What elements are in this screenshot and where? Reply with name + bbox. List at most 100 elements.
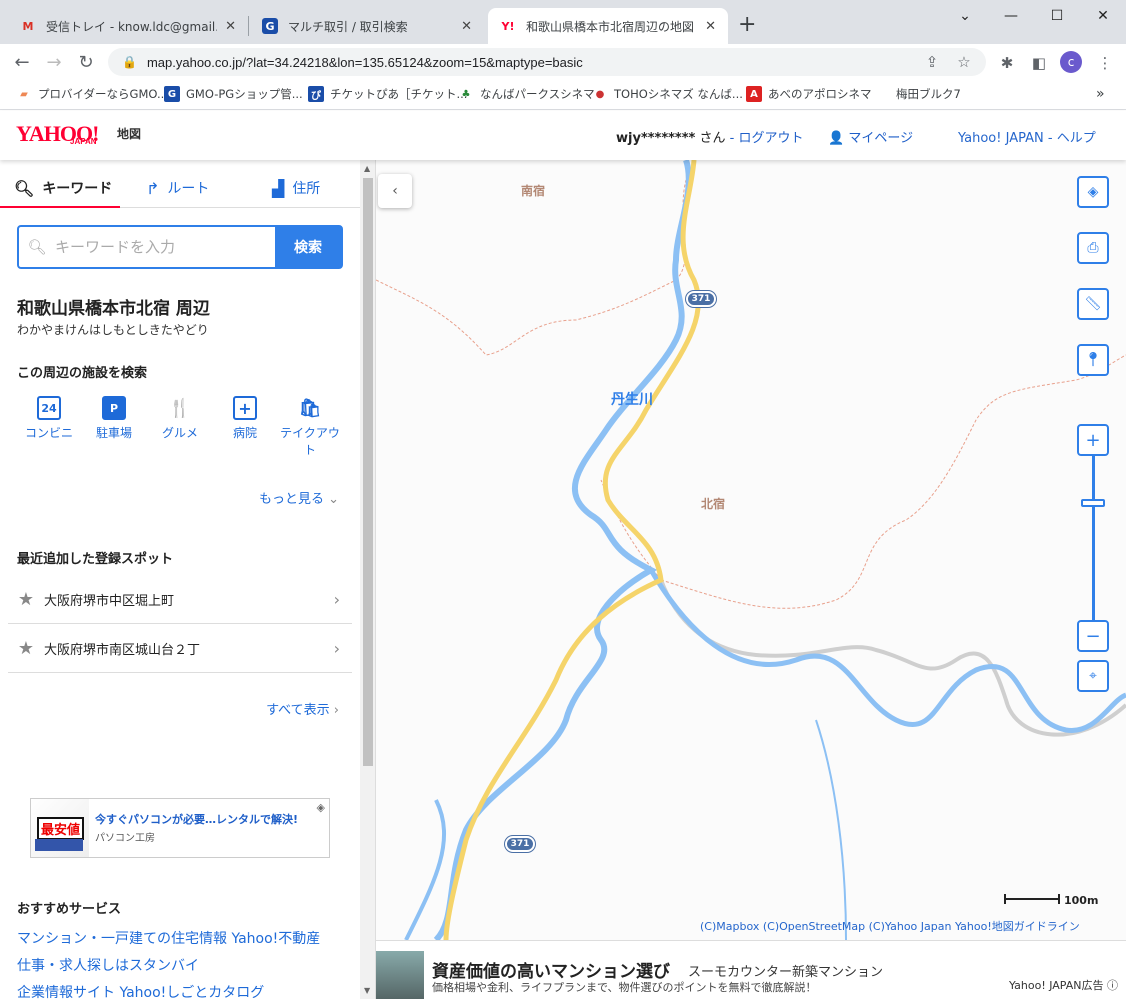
service-name: 地図 (117, 127, 142, 141)
zoom-slider-handle[interactable] (1081, 499, 1105, 507)
tab-keyword[interactable]: 🔍︎ キーワード (14, 178, 112, 198)
bookmark-item[interactable]: ● TOHOシネマズ なんば... (592, 86, 743, 102)
zoom-in-button[interactable]: + (1077, 424, 1109, 456)
route-badge: 371 (505, 836, 535, 852)
mypage-link[interactable]: 👤 マイページ (828, 127, 913, 146)
star-icon[interactable]: ☆ (954, 52, 974, 72)
facility-gourmet[interactable]: 🍴 グルメ (150, 396, 210, 441)
current-location-icon[interactable]: ⌖ (1077, 660, 1109, 692)
tab-address[interactable]: ▟ 住所 (272, 178, 320, 198)
show-all-link[interactable]: すべて表示 › (266, 699, 339, 718)
yahoo-japan-link[interactable]: Yahoo! JAPAN (958, 131, 1044, 146)
close-icon[interactable]: ✕ (461, 19, 472, 34)
fork-knife-icon: 🍴 (168, 397, 192, 419)
map-canvas[interactable]: ‹ 南宿 丹生川 北宿 371 371 ◈ ⎙ 📏︎ 📍︎ + − ⌖ 100m… (376, 160, 1126, 940)
extensions-icon[interactable]: ✱ (996, 52, 1018, 74)
menu-icon[interactable]: ⋮ (1094, 52, 1116, 74)
tab-route[interactable]: ↱ ルート (146, 178, 209, 198)
scroll-down-icon[interactable]: ▼ (364, 986, 370, 995)
recommended-heading: おすすめサービス (17, 902, 122, 917)
star-icon: ★ (17, 589, 35, 610)
bookmark-item[interactable]: ▰ プロバイダーならGMO... (16, 86, 168, 102)
layers-icon[interactable]: ◈ (1077, 176, 1109, 208)
gmo-icon: G (262, 18, 278, 34)
tab-gmail[interactable]: M 受信トレイ - know.ldc@gmail.com ✕ (8, 8, 248, 44)
facility-parking[interactable]: P 駐車場 (84, 396, 144, 441)
tab-yahoo-map[interactable]: Y! 和歌山県橋本市北宿周辺の地図 - ✕ (488, 8, 728, 44)
close-icon[interactable]: ✕ (225, 19, 236, 34)
bottom-ad[interactable]: 資産価値の高いマンション選び スーモカウンター新築マンション 価格相場や金利、ラ… (376, 940, 1126, 999)
convenience-icon: 24 (37, 396, 61, 420)
forward-icon[interactable]: → (42, 50, 66, 74)
yahoo-icon: Y! (501, 19, 515, 33)
print-icon[interactable]: ⎙ (1077, 232, 1109, 264)
lock-icon: 🔒 (122, 55, 137, 69)
place-label-kita: 北宿 (701, 497, 726, 511)
logout-link[interactable]: ログアウト (738, 131, 803, 146)
pin-icon[interactable]: 📍︎ (1077, 344, 1109, 376)
back-icon[interactable]: ← (10, 50, 34, 74)
zoom-out-button[interactable]: − (1077, 620, 1109, 652)
profile-avatar[interactable]: c (1060, 51, 1082, 73)
bookmark-item[interactable]: A あべのアポロシネマ (746, 86, 872, 102)
info-icon[interactable]: ⓘ (1107, 979, 1118, 992)
chevron-down-icon: ⌄ (328, 492, 339, 507)
yahoo-logo-sub: JAPAN (70, 137, 97, 146)
recommended-link[interactable]: 企業情報サイト Yahoo!しごとカタログ (17, 982, 264, 999)
gmail-icon: M (22, 19, 34, 33)
recommended-link[interactable]: マンション・一戸建ての住宅情報 Yahoo!不動産 (17, 928, 320, 948)
scroll-up-icon[interactable]: ▲ (364, 164, 370, 173)
keyword-search: 🔍︎ 検索 (17, 225, 343, 269)
bookmark-item[interactable]: ♣ なんばパークスシネマ (458, 86, 595, 102)
close-window-icon[interactable]: ✕ (1080, 0, 1126, 32)
bookmark-item[interactable]: ぴチケットぴあ［チケット... (308, 86, 467, 102)
minimize-icon[interactable]: — (988, 0, 1034, 32)
chevron-down-icon[interactable]: ⌄ (942, 0, 988, 32)
search-button[interactable]: 検索 (275, 227, 341, 267)
chevron-right-icon: › (333, 703, 339, 718)
sidebar-ad[interactable]: 最安値 今すぐパソコンが必要…レンタルで解決! パソコン工房 ◈ (30, 798, 330, 858)
collapse-sidebar-button[interactable]: ‹ (378, 174, 412, 208)
map-credits[interactable]: (C)Mapbox (C)OpenStreetMap (C)Yahoo Japa… (700, 918, 1080, 934)
route-badge: 371 (686, 291, 716, 307)
zoom-slider[interactable] (1092, 456, 1095, 620)
facility-convenience[interactable]: 24 コンビニ (19, 396, 79, 441)
bookmarks-bar: ▰ プロバイダーならGMO... G GMO-PGショップ管... ぴチケットぴあ［… (0, 80, 1126, 110)
bookmarks-overflow-icon[interactable]: » (1096, 86, 1105, 102)
tab-gmo[interactable]: G マルチ取引 / 取引検索 ✕ (250, 8, 484, 44)
spot-item[interactable]: ★ 大阪府堺市中区堀上町 › (8, 576, 352, 624)
sidebar-scrollbar[interactable]: ▲ ▼ (360, 160, 375, 999)
search-icon: 🔍︎ (27, 238, 47, 256)
bookmark-item[interactable]: 梅田ブルク7 (896, 86, 961, 102)
hospital-icon: + (233, 396, 257, 420)
scrollbar-thumb[interactable] (363, 178, 373, 766)
side-panel-icon[interactable]: ◧ (1028, 52, 1050, 74)
tree-icon: ♣ (461, 88, 471, 100)
facility-hospital[interactable]: + 病院 (215, 396, 275, 441)
active-tab-indicator (0, 206, 120, 208)
new-tab-button[interactable]: + (738, 13, 756, 37)
ruler-icon[interactable]: 📏︎ (1077, 288, 1109, 320)
person-icon: 👤 (828, 131, 845, 146)
pia-icon: ぴ (308, 86, 324, 102)
facility-takeout[interactable]: 🛍 テイクアウト (280, 396, 340, 458)
maximize-icon[interactable]: ☐ (1034, 0, 1080, 32)
facility-heading: この周辺の施設を検索 (17, 366, 148, 381)
place-label-minami: 南宿 (521, 184, 546, 198)
spot-item[interactable]: ★ 大阪府堺市南区城山台２丁 › (8, 625, 352, 673)
more-facilities-link[interactable]: もっと見る ⌄ (259, 488, 339, 507)
ad-info-icon[interactable]: ◈ (317, 801, 325, 814)
bookmark-item[interactable]: G GMO-PGショップ管... (164, 86, 303, 102)
address-bar[interactable]: 🔒 map.yahoo.co.jp/?lat=34.24218&lon=135.… (108, 48, 986, 76)
recommended-link[interactable]: 仕事・求人探しはスタンバイ (17, 955, 199, 975)
reload-icon[interactable]: ↻ (74, 50, 98, 74)
help-link[interactable]: ヘルプ (1057, 131, 1096, 146)
sidebar: 🔍︎ キーワード ↱ ルート ▟ 住所 🔍︎ 検索 和歌山県橋本市北宿 周辺 わ… (0, 160, 376, 999)
keyword-input[interactable] (55, 227, 275, 267)
share-icon[interactable]: ⇪ (922, 52, 942, 72)
close-icon[interactable]: ✕ (705, 19, 716, 34)
yahoo-header: YAHOO! JAPAN 地図 wjy******** さん - ログアウト 👤… (0, 111, 1126, 160)
user-info: wjy******** さん - ログアウト (616, 127, 803, 146)
spots-heading: 最近追加した登録スポット (17, 552, 174, 567)
browser-toolbar: ← → ↻ 🔒 map.yahoo.co.jp/?lat=34.24218&lo… (0, 44, 1126, 80)
